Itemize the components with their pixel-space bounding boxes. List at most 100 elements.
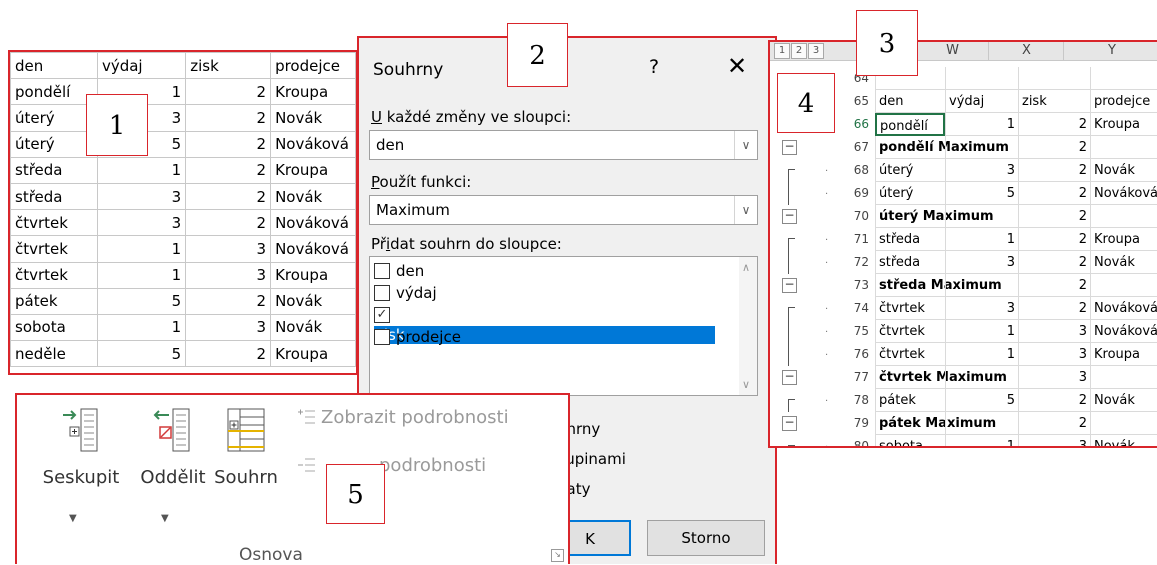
show-detail-button[interactable]: Zobrazit podrobnosti [297, 407, 509, 428]
sheet-cell[interactable] [1090, 136, 1157, 159]
row-number[interactable]: 68 [842, 159, 872, 182]
sheet-cell[interactable]: pátek Maximum [875, 412, 996, 435]
outline-level-button[interactable]: 2 [791, 43, 807, 59]
sheet-cell[interactable]: Nováková [1090, 182, 1157, 205]
table-cell[interactable]: Novák [270, 182, 356, 211]
checkbox-checked-icon[interactable]: ✓ [374, 306, 390, 323]
sheet-cell[interactable]: středa [875, 228, 945, 251]
change-column-select[interactable]: den ∨ [369, 130, 758, 160]
sheet-cell[interactable] [1018, 67, 1090, 90]
table-cell[interactable]: čtvrtek [10, 261, 98, 289]
sheet-cell[interactable]: 2 [1018, 205, 1090, 228]
outline-level-button[interactable]: 3 [808, 43, 824, 59]
sheet-cell[interactable]: čtvrtek [875, 320, 945, 343]
sheet-cell[interactable]: Novák [1090, 389, 1157, 412]
row-number[interactable]: 75 [842, 320, 872, 343]
sheet-cell[interactable]: Novák [1090, 251, 1157, 274]
table-cell[interactable]: Kroupa [270, 78, 356, 106]
outline-level-button[interactable]: 1 [774, 43, 790, 59]
sheet-cell[interactable]: 2 [1018, 113, 1090, 136]
sheet-cell[interactable]: den [875, 90, 945, 113]
sheet-cell[interactable]: Kroupa [1090, 228, 1157, 251]
row-number[interactable]: 79 [842, 412, 872, 435]
scroll-down-icon[interactable]: ∨ [742, 378, 750, 391]
table-cell[interactable]: Kroupa [270, 156, 356, 184]
sheet-cell[interactable]: 2 [1018, 251, 1090, 274]
sheet-cell[interactable]: úterý Maximum [875, 205, 994, 228]
table-cell[interactable]: 5 [96, 287, 187, 315]
sheet-cell[interactable]: 5 [945, 182, 1018, 205]
sheet-cell[interactable]: 3 [1018, 366, 1090, 389]
sheet-cell[interactable]: Nováková [1090, 297, 1157, 320]
subtotal-columns-list[interactable]: den výdaj ✓zisk prodejce ∧ ∨ [369, 256, 758, 396]
row-number[interactable]: 69 [842, 182, 872, 205]
sheet-cell[interactable]: 2 [1018, 412, 1090, 435]
chevron-down-icon[interactable]: ∨ [734, 196, 757, 224]
table-cell[interactable]: 2 [185, 78, 272, 106]
table-cell[interactable]: Novák [270, 287, 356, 315]
cancel-button[interactable]: Storno [647, 520, 765, 556]
table-cell[interactable]: 2 [185, 130, 272, 158]
sheet-cell[interactable]: pondělí [875, 113, 945, 136]
sheet-cell[interactable] [1090, 274, 1157, 297]
column-header-y[interactable]: Y [1063, 42, 1157, 60]
sheet-cell[interactable]: sobota [875, 435, 945, 446]
sheet-cell[interactable]: pondělí Maximum [875, 136, 1009, 159]
sheet-cell[interactable]: 3 [945, 297, 1018, 320]
sheet-cell[interactable]: 1 [945, 435, 1018, 446]
table-cell[interactable]: středa [10, 182, 98, 211]
sheet-cell[interactable]: středa [875, 251, 945, 274]
collapse-group-icon[interactable]: − [782, 278, 797, 293]
list-scrollbar[interactable]: ∧ ∨ [739, 257, 757, 395]
table-cell[interactable]: úterý [10, 130, 98, 158]
sheet-cell[interactable] [1090, 67, 1157, 90]
table-cell[interactable]: neděle [10, 340, 98, 368]
sheet-cell[interactable]: 3 [1018, 435, 1090, 446]
sheet-cell[interactable]: 2 [1018, 389, 1090, 412]
sheet-cell[interactable]: 1 [945, 343, 1018, 366]
sheet-cell[interactable] [1090, 205, 1157, 228]
sheet-cell[interactable]: výdaj [945, 90, 1018, 113]
chevron-down-icon[interactable]: ∨ [734, 131, 757, 159]
sheet-cell[interactable]: 1 [945, 228, 1018, 251]
table-cell[interactable]: 1 [96, 313, 187, 342]
row-number[interactable]: 67 [842, 136, 872, 159]
table-cell[interactable]: pondělí [10, 78, 98, 106]
sheet-cell[interactable]: 1 [945, 320, 1018, 343]
sheet-cell[interactable]: 2 [1018, 136, 1090, 159]
checkbox-icon[interactable] [374, 284, 390, 301]
table-cell[interactable]: Nováková [270, 130, 356, 158]
sheet-cell[interactable]: čtvrtek [875, 343, 945, 366]
table-cell[interactable]: Nováková [270, 209, 356, 237]
row-number[interactable]: 76 [842, 343, 872, 366]
table-cell[interactable]: úterý [10, 104, 98, 132]
sheet-cell[interactable]: prodejce [1090, 90, 1157, 113]
table-cell[interactable]: pátek [10, 287, 98, 315]
sheet-cell[interactable]: zisk [1018, 90, 1090, 113]
sheet-cell[interactable]: Kroupa [1090, 113, 1157, 136]
column-option[interactable]: den [374, 261, 736, 281]
sheet-cell[interactable]: 3 [1018, 320, 1090, 343]
table-cell[interactable]: 2 [185, 287, 272, 315]
table-cell[interactable]: 3 [185, 313, 272, 342]
sheet-cell[interactable]: pátek [875, 389, 945, 412]
table-cell[interactable]: 3 [185, 235, 272, 263]
checkbox-icon[interactable] [374, 328, 390, 345]
table-cell[interactable]: Kroupa [270, 340, 356, 368]
table-cell[interactable]: čtvrtek [10, 235, 98, 263]
table-cell[interactable]: 2 [185, 340, 272, 368]
sheet-cell[interactable] [1090, 412, 1157, 435]
table-header-cell[interactable]: den [10, 52, 98, 80]
sheet-cell[interactable] [945, 136, 1018, 159]
sheet-cell[interactable]: 2 [1018, 297, 1090, 320]
sheet-cell[interactable]: 2 [1018, 228, 1090, 251]
table-cell[interactable]: středa [10, 156, 98, 184]
sheet-cell[interactable]: 3 [945, 159, 1018, 182]
group-dropdown-icon[interactable]: ▼ [69, 513, 77, 524]
row-number[interactable]: 78 [842, 389, 872, 412]
table-header-cell[interactable]: prodejce [270, 52, 356, 80]
sheet-cell[interactable] [945, 366, 1018, 389]
sheet-cell[interactable]: 2 [1018, 274, 1090, 297]
table-cell[interactable]: 1 [96, 156, 187, 184]
row-number[interactable]: 77 [842, 366, 872, 389]
